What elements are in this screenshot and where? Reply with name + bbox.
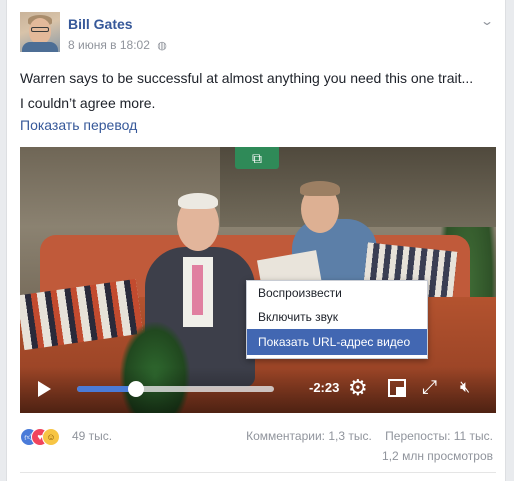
fullscreen-icon[interactable]: ⤢ — [422, 378, 437, 398]
reaction-count[interactable]: 49 тыс. — [72, 429, 112, 443]
post-date[interactable]: 8 июня в 18:02 — [68, 38, 150, 52]
gear-icon[interactable]: ⚙ — [348, 376, 368, 400]
play-icon[interactable] — [38, 381, 51, 397]
menu-item-show-url[interactable]: Показать URL-адрес видео — [247, 329, 427, 355]
divider — [20, 472, 496, 473]
haha-icon: ☺ — [42, 428, 60, 446]
comments-count[interactable]: Комментарии: 1,3 тыс. — [246, 429, 372, 443]
globe-icon[interactable]: ◍ — [157, 39, 167, 52]
author-name[interactable]: Bill Gates — [68, 16, 133, 32]
chevron-down-icon[interactable]: ⌄ — [480, 14, 494, 28]
progress-handle[interactable] — [128, 381, 145, 397]
post-card: Bill Gates 8 июня в 18:02 ◍ ⌄ Warren say… — [6, 0, 506, 481]
mute-icon[interactable]: 🔇︎ — [460, 378, 470, 398]
context-menu: Воспроизвести Включить звук Показать URL… — [246, 280, 428, 359]
time-remaining: -2:23 — [309, 380, 340, 395]
window-icon[interactable] — [388, 379, 406, 397]
picture-in-picture-icon[interactable]: ⧉ — [235, 147, 279, 169]
video-player[interactable]: ⧉ -2:23 ⚙ ⤢ 🔇︎ Воспроизвести Включить зв… — [20, 147, 496, 413]
avatar[interactable] — [20, 12, 60, 52]
views-count: 1,2 млн просмотров — [382, 449, 493, 463]
video-controls: -2:23 ⚙ ⤢ 🔇︎ — [20, 367, 496, 413]
menu-item-unmute[interactable]: Включить звук — [247, 305, 427, 329]
post-text: Warren says to be successful at almost a… — [20, 70, 474, 111]
translate-link[interactable]: Показать перевод — [20, 117, 137, 133]
post-stats: Комментарии: 1,3 тыс. Перепосты: 11 тыс. — [246, 429, 493, 443]
post-meta: 8 июня в 18:02 ◍ — [68, 38, 167, 52]
progress-slider[interactable] — [77, 381, 274, 397]
shares-count[interactable]: Перепосты: 11 тыс. — [385, 429, 493, 443]
menu-item-play[interactable]: Воспроизвести — [247, 281, 427, 305]
